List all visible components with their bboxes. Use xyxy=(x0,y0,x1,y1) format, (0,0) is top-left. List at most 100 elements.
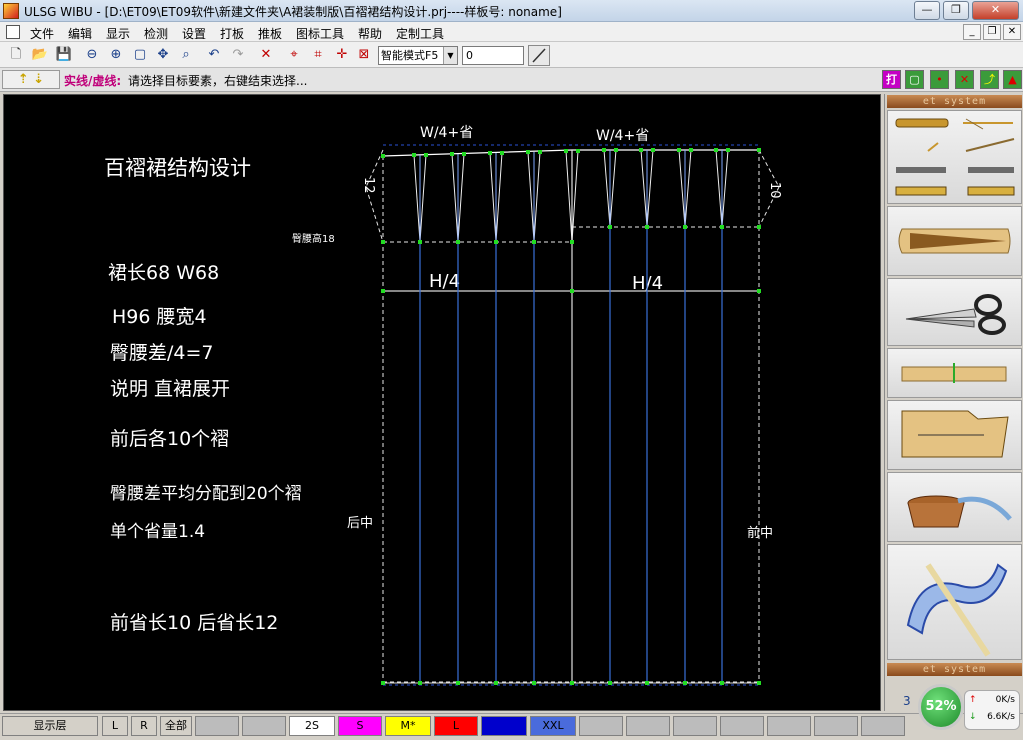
zoom-in-icon[interactable]: ⊕ xyxy=(106,45,126,65)
menu-help[interactable]: 帮助 xyxy=(358,25,382,42)
size-xl-button[interactable]: XL xyxy=(481,716,527,736)
menu-custom-tools[interactable]: 定制工具 xyxy=(396,25,444,42)
title-bar: ULSG WIBU - [D:\ET09\ET09软件\新建文件夹\A裙装制版\… xyxy=(0,0,1023,22)
drawing-tools-panel xyxy=(887,110,1022,204)
notch-panel xyxy=(887,348,1022,398)
mdi-minimize-button[interactable]: _ xyxy=(963,24,981,40)
layer-all-button[interactable]: 全部 xyxy=(160,716,192,736)
minimize-button[interactable]: — xyxy=(914,1,940,20)
layer-display-button[interactable]: 显示层 xyxy=(2,716,98,736)
size-l-button[interactable]: L xyxy=(434,716,478,736)
menu-file[interactable]: 文件 xyxy=(30,25,54,42)
upload-speed: 0K/s xyxy=(995,695,1015,705)
zoom-fit-icon[interactable]: ⌕ xyxy=(176,45,196,65)
spec-line-6: 臀腰差平均分配到20个褶 xyxy=(110,484,302,504)
menu-grading[interactable]: 推板 xyxy=(258,25,282,42)
palette-page-number: 3 xyxy=(903,694,911,708)
hip-height-label: 臀腰高18 xyxy=(292,232,335,245)
app-logo-icon xyxy=(3,3,19,19)
size-xxl-button[interactable]: XXL xyxy=(530,716,576,736)
app-window: ULSG WIBU - [D:\ET09\ET09软件\新建文件夹\A裙装制版\… xyxy=(0,0,1023,740)
menu-pattern[interactable]: 打板 xyxy=(220,25,244,42)
size-slot[interactable] xyxy=(673,716,717,736)
upload-arrow-icon: ↑ xyxy=(969,695,977,705)
washing-bucket-icon[interactable] xyxy=(888,473,1021,541)
size-2s-button[interactable]: 2S xyxy=(289,716,335,736)
mode-select[interactable]: 智能模式F5 ▼ xyxy=(378,46,458,65)
notch-tool-icon[interactable] xyxy=(888,349,1021,397)
mode-select-value: 智能模式F5 xyxy=(381,49,439,62)
size-slot[interactable] xyxy=(242,716,286,736)
menu-check[interactable]: 检测 xyxy=(144,25,168,42)
menu-edit[interactable]: 编辑 xyxy=(68,25,92,42)
rectangle-tool-icon[interactable]: ▢ xyxy=(905,70,924,89)
menu-view[interactable]: 显示 xyxy=(106,25,130,42)
document-icon[interactable] xyxy=(6,25,20,39)
pattern-drawing: 百褶裙结构设计 裙长68 W68 H96 腰宽4 臀腰差/4=7 说明 直裙展开… xyxy=(104,125,782,686)
menu-bar: 文件 编辑 显示 检测 设置 打板 推板 图标工具 帮助 定制工具 _ ❐ ✕ xyxy=(0,22,1023,42)
size-s-button[interactable]: S xyxy=(338,716,382,736)
open-folder-icon[interactable]: 📂 xyxy=(30,45,50,65)
up-down-arrows-icon[interactable]: ⇡ ⇣ xyxy=(2,70,60,89)
undo-icon[interactable]: ↶ xyxy=(204,45,224,65)
close-button[interactable]: ✕ xyxy=(972,1,1019,20)
slash-icon xyxy=(532,48,546,63)
pattern-piece-icon[interactable] xyxy=(888,401,1021,469)
pencil-panel xyxy=(887,206,1022,276)
redo-icon[interactable]: ↷ xyxy=(228,45,248,65)
spec-line-4: 说明 直裙展开 xyxy=(110,378,230,400)
size-slot[interactable] xyxy=(195,716,239,736)
point-tool-button-icon[interactable]: • xyxy=(930,70,949,89)
size-slot[interactable] xyxy=(720,716,764,736)
line-tool-button[interactable] xyxy=(528,45,550,66)
layer-right-button[interactable]: R xyxy=(131,716,157,736)
scissors-icon[interactable] xyxy=(888,279,1021,345)
point-add-icon[interactable]: ✛ xyxy=(332,45,352,65)
delete-point-icon[interactable]: ✕ xyxy=(256,45,276,65)
size-slot[interactable] xyxy=(861,716,905,736)
prompt-hint: 请选择目标要素，右键结束选择... xyxy=(128,74,308,88)
menu-icon-tools[interactable]: 图标工具 xyxy=(296,25,344,42)
drawing-canvas[interactable]: 百褶裙结构设计 裙长68 W68 H96 腰宽4 臀腰差/4=7 说明 直裙展开… xyxy=(3,94,881,711)
new-file-icon[interactable]: 🗋 xyxy=(6,45,26,65)
back-center-label: 后中 xyxy=(347,516,373,531)
french-curve-icon[interactable] xyxy=(888,545,1021,659)
spec-line-8: 前省长10 后省长12 xyxy=(110,612,278,634)
save-icon[interactable]: 💾 xyxy=(54,45,74,65)
cross-tool-icon[interactable]: ✕ xyxy=(955,70,974,89)
layer-left-button[interactable]: L xyxy=(102,716,128,736)
pencil-tool-icon[interactable] xyxy=(888,207,1021,275)
cpu-gauge[interactable]: 52% xyxy=(918,684,964,730)
maximize-button[interactable]: ❐ xyxy=(943,1,969,20)
window-title: ULSG WIBU - [D:\ET09\ET09软件\新建文件夹\A裙装制版\… xyxy=(24,5,562,19)
pan-icon[interactable]: ✥ xyxy=(153,45,173,65)
size-slot[interactable] xyxy=(626,716,670,736)
drawing-title: 百褶裙结构设计 xyxy=(104,156,251,180)
warning-tool-icon[interactable]: ▲ xyxy=(1003,70,1022,89)
drafting-tools-icon[interactable] xyxy=(888,111,1021,203)
spec-line-3: 臀腰差/4=7 xyxy=(110,342,214,364)
size-slot[interactable] xyxy=(767,716,811,736)
menu-settings[interactable]: 设置 xyxy=(182,25,206,42)
mdi-restore-button[interactable]: ❐ xyxy=(983,24,1001,40)
point-tool-icon[interactable]: ⌖ xyxy=(284,45,304,65)
hip-left-label: H/4 xyxy=(429,271,460,292)
size-slot[interactable] xyxy=(579,716,623,736)
size-slot[interactable] xyxy=(814,716,858,736)
point-delete-icon[interactable]: ⊠ xyxy=(354,45,374,65)
palette-header-top: et system xyxy=(887,95,1022,108)
zoom-window-icon[interactable]: ▢ xyxy=(130,45,150,65)
waistline xyxy=(382,149,759,157)
download-speed: 6.6K/s xyxy=(987,712,1015,722)
point-adjust-icon[interactable]: ⌗ xyxy=(308,45,328,65)
curve-ruler-panel xyxy=(887,544,1022,660)
number-input[interactable]: 0 xyxy=(462,46,524,65)
mdi-close-button[interactable]: ✕ xyxy=(1003,24,1021,40)
spec-line-5: 前后各10个褶 xyxy=(110,428,229,450)
spec-line-2: H96 腰宽4 xyxy=(112,306,207,328)
arrow-tool-icon[interactable]: ⤴ xyxy=(980,70,999,89)
size-m-button[interactable]: M* xyxy=(385,716,431,736)
chevron-down-icon[interactable]: ▼ xyxy=(443,47,457,64)
pattern-mode-icon[interactable]: 打 xyxy=(882,70,901,89)
zoom-out-icon[interactable]: ⊖ xyxy=(82,45,102,65)
